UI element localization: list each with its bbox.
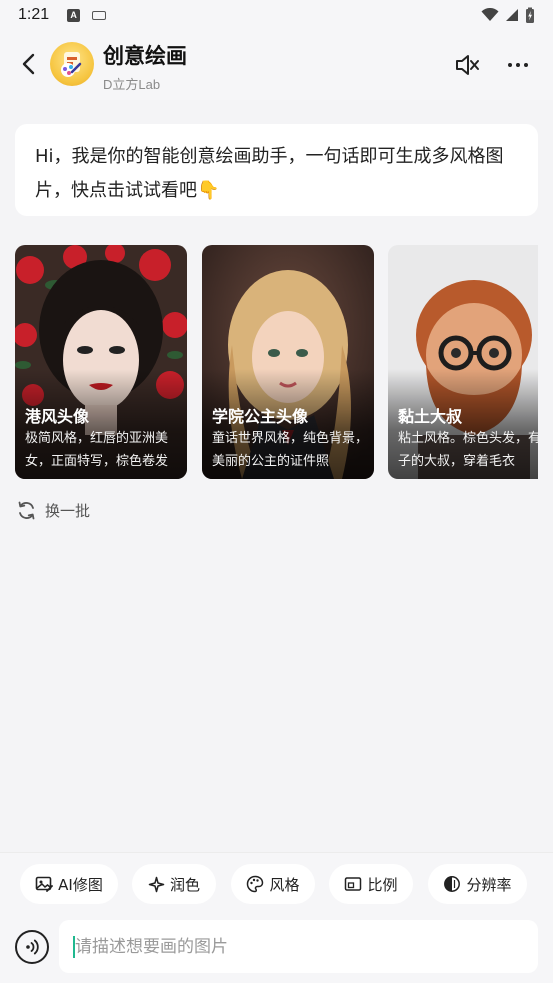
paint-palette-icon xyxy=(61,52,82,77)
greeting-bubble: Hi，我是你的智能创意绘画助手，一句话即可生成多风格图片，快点击试试看吧👇 xyxy=(15,124,538,216)
chip-style[interactable]: 风格 xyxy=(231,864,315,904)
prompt-cards: 港风头像 极简风格，红唇的亚洲美女，正面特写，棕色卷发 学院公主头像 童话世界风… xyxy=(15,245,538,479)
card-title: 黏土大叔 xyxy=(398,407,463,426)
status-bar: 1:21 A xyxy=(0,0,553,30)
palette-icon xyxy=(247,875,264,893)
chip-label: AI修图 xyxy=(58,875,103,894)
keyboard-icon xyxy=(92,10,107,20)
aspect-ratio-icon xyxy=(345,877,362,891)
voice-waves-icon xyxy=(26,939,39,955)
image-edit-icon xyxy=(35,876,54,892)
prompt-input[interactable] xyxy=(75,920,525,973)
chip-resolution[interactable]: 分辨率 xyxy=(428,864,527,904)
prompt-input-container[interactable] xyxy=(59,920,538,973)
chip-polish[interactable]: 润色 xyxy=(132,864,216,904)
avatar[interactable] xyxy=(50,42,94,86)
chip-ratio[interactable]: 比例 xyxy=(329,864,413,904)
chat-header: 创意绘画 D立方Lab xyxy=(0,30,553,100)
chip-label: 比例 xyxy=(367,875,398,894)
prompt-card[interactable]: 学院公主头像 童话世界风格，纯色背景，美丽的公主的证件照 xyxy=(202,245,374,479)
card-description: 粘土风格。棕色头发，有胡子的大叔，穿着毛衣 xyxy=(398,431,538,469)
chip-ai-retouch[interactable]: AI修图 xyxy=(20,864,118,904)
chip-label: 风格 xyxy=(269,875,300,894)
page-subtitle: D立方Lab xyxy=(103,77,161,92)
title-block: 创意绘画 D立方Lab xyxy=(103,40,187,93)
card-title: 港风头像 xyxy=(25,407,90,426)
refresh-label: 换一批 xyxy=(45,502,91,520)
signal-icon xyxy=(506,9,518,21)
status-time: 1:21 xyxy=(18,6,50,23)
card-description: 童话世界风格，纯色背景，美丽的公主的证件照 xyxy=(212,431,368,469)
resolution-icon xyxy=(444,876,461,892)
chip-label: 润色 xyxy=(169,875,200,894)
wifi-icon xyxy=(481,8,499,21)
battery-charging-icon xyxy=(526,7,534,23)
sparkle-icon xyxy=(148,876,165,892)
status-right-icons xyxy=(481,7,535,24)
card-description: 极简风格，红唇的亚洲美女，正面特写，棕色卷发 xyxy=(25,431,169,469)
page-title: 创意绘画 xyxy=(103,44,187,68)
chip-label: 分辨率 xyxy=(466,875,512,894)
chevron-left-icon[interactable] xyxy=(18,50,40,78)
prompt-card[interactable]: 港风头像 极简风格，红唇的亚洲美女，正面特写，棕色卷发 xyxy=(15,245,187,479)
refresh-button[interactable]: 换一批 xyxy=(16,500,90,521)
more-dots-icon[interactable] xyxy=(505,52,531,78)
voice-input-icon[interactable] xyxy=(15,930,49,964)
option-chips: AI修图 润色 风格 比例 分辨率 xyxy=(20,864,540,904)
a-badge-icon: A xyxy=(67,8,81,22)
speaker-muted-icon[interactable] xyxy=(454,52,480,78)
composer: AI修图 润色 风格 比例 分辨率 请描述想要画的图片 xyxy=(0,852,553,983)
card-title: 学院公主头像 xyxy=(212,407,309,426)
prompt-card[interactable]: 黏土大叔 粘土风格。棕色头发，有胡子的大叔，穿着毛衣 xyxy=(388,245,538,479)
refresh-icon xyxy=(18,501,35,520)
